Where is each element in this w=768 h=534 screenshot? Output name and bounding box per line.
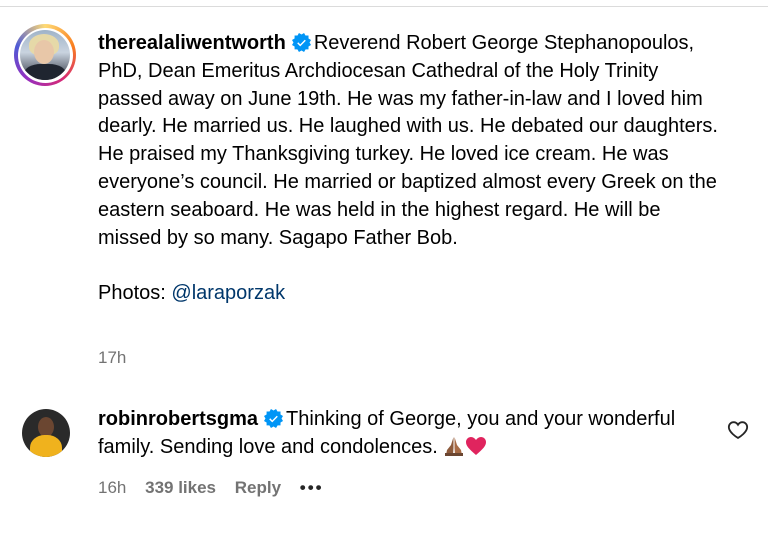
folded-hands-icon (445, 436, 464, 456)
username-link[interactable]: robinrobertsgma (98, 408, 258, 430)
caption-meta: 17h (98, 348, 126, 368)
timestamp[interactable]: 16h (98, 478, 126, 497)
caption-body: Reverend Robert George Stephanopoulos, P… (98, 32, 718, 249)
story-ring-avatar[interactable] (14, 24, 76, 86)
like-heart-icon[interactable] (727, 419, 749, 441)
photo-credit-mention[interactable]: @laraporzak (171, 282, 285, 304)
avatar[interactable] (22, 409, 70, 457)
avatar (20, 30, 70, 80)
likes-count[interactable]: 339 likes (145, 478, 216, 497)
comment-text-block: robinrobertsgma Thinking of George, you a… (98, 406, 698, 462)
photos-label: Photos: (98, 282, 166, 305)
verified-badge-icon (264, 409, 284, 428)
more-options-button[interactable]: ••• (300, 478, 324, 498)
verified-badge-icon (291, 33, 311, 52)
top-divider (0, 0, 768, 7)
username-link[interactable]: therealaliwentworth (98, 32, 286, 54)
timestamp[interactable]: 17h (98, 348, 126, 367)
comment-meta: 16h 339 likes Reply ••• (98, 478, 324, 498)
red-heart-icon (466, 436, 487, 455)
caption-text-block: therealaliwentworth Reverend Robert Georg… (98, 30, 728, 308)
reply-button[interactable]: Reply (235, 478, 281, 497)
